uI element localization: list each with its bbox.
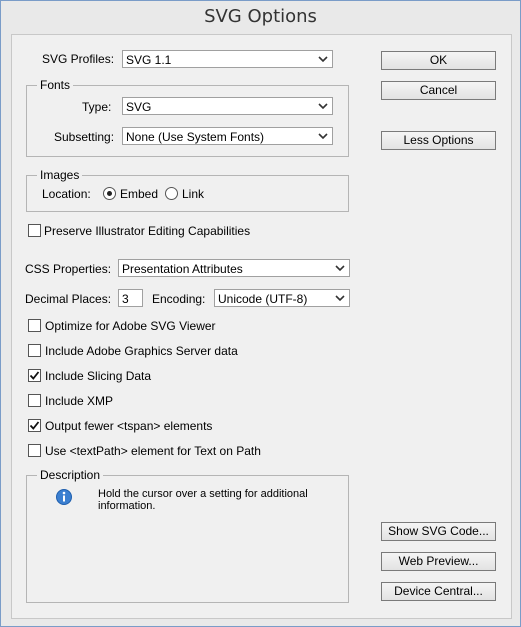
fewer-tspan-checkbox[interactable] [28, 419, 41, 432]
fewer-tspan-label: Output fewer <tspan> elements [45, 419, 213, 433]
show-svg-code-button[interactable]: Show SVG Code... [381, 522, 496, 541]
textpath-label: Use <textPath> element for Text on Path [45, 444, 261, 458]
include-xmp-label: Include XMP [45, 394, 114, 408]
chevron-down-icon [318, 133, 328, 140]
encoding-label: Encoding: [152, 292, 206, 306]
subsetting-label: Subsetting: [54, 130, 115, 144]
cancel-button[interactable]: Cancel [381, 81, 496, 100]
decimal-places-value: 3 [122, 292, 129, 306]
checkmark-icon [29, 421, 40, 430]
device-central-button[interactable]: Device Central... [381, 582, 496, 601]
preserve-checkbox[interactable] [28, 224, 41, 237]
slicing-data-checkbox[interactable] [28, 369, 41, 382]
title-bar: SVG Options [1, 1, 520, 33]
subsetting-value: None (Use System Fonts) [126, 130, 265, 144]
radio-selected-dot [107, 191, 112, 196]
include-xmp-checkbox[interactable] [28, 394, 41, 407]
fonts-group: Fonts Type: SVG Subsetting: None (Use Sy… [26, 78, 349, 157]
subsetting-select[interactable]: None (Use System Fonts) [122, 127, 333, 145]
link-radio[interactable] [165, 187, 178, 200]
svg-profiles-label: SVG Profiles: [42, 52, 115, 66]
images-group: Images Location: Embed Link [26, 168, 349, 212]
chevron-down-icon [318, 56, 328, 63]
checkmark-icon [29, 371, 40, 380]
svg-profiles-value: SVG 1.1 [126, 53, 172, 67]
location-label: Location: [42, 187, 91, 201]
graphics-server-checkbox[interactable] [28, 344, 41, 357]
encoding-select[interactable]: Unicode (UTF-8) [214, 289, 350, 307]
optimize-svg-viewer-checkbox[interactable] [28, 319, 41, 332]
less-options-button[interactable]: Less Options [381, 131, 496, 150]
embed-radio[interactable] [103, 187, 116, 200]
svg-profiles-select[interactable]: SVG 1.1 [122, 50, 333, 68]
web-preview-button[interactable]: Web Preview... [381, 552, 496, 571]
description-group-label: Description [37, 468, 104, 482]
images-group-label: Images [37, 168, 83, 182]
encoding-value: Unicode (UTF-8) [218, 292, 308, 306]
decimal-places-input[interactable]: 3 [118, 289, 143, 307]
fonts-group-label: Fonts [37, 78, 74, 92]
description-group: Description Hold the cursor over a setti… [26, 468, 349, 603]
preserve-label: Preserve Illustrator Editing Capabilitie… [44, 224, 251, 238]
font-type-label: Type: [82, 100, 112, 114]
decimal-places-label: Decimal Places: [25, 292, 112, 306]
dialog-content: SVG Profiles: SVG 1.1 Fonts Type: SVG Su… [11, 34, 512, 619]
chevron-down-icon [318, 103, 328, 110]
graphics-server-label: Include Adobe Graphics Server data [45, 344, 238, 358]
slicing-data-label: Include Slicing Data [45, 369, 152, 383]
ok-button[interactable]: OK [381, 51, 496, 70]
font-type-select[interactable]: SVG [122, 97, 333, 115]
dialog-title: SVG Options [204, 6, 317, 27]
description-text: Hold the cursor over a setting for addit… [98, 488, 308, 512]
info-icon [56, 489, 72, 505]
css-properties-value: Presentation Attributes [122, 262, 243, 276]
chevron-down-icon [335, 265, 345, 272]
textpath-checkbox[interactable] [28, 444, 41, 457]
optimize-svg-viewer-label: Optimize for Adobe SVG Viewer [45, 319, 216, 333]
link-label: Link [182, 187, 205, 201]
font-type-value: SVG [126, 100, 152, 114]
chevron-down-icon [335, 295, 345, 302]
css-properties-label: CSS Properties: [25, 262, 112, 276]
css-properties-select[interactable]: Presentation Attributes [118, 259, 350, 277]
svg-options-dialog: SVG Options SVG Profiles: SVG 1.1 Fonts … [0, 0, 521, 627]
embed-label: Embed [120, 187, 159, 201]
